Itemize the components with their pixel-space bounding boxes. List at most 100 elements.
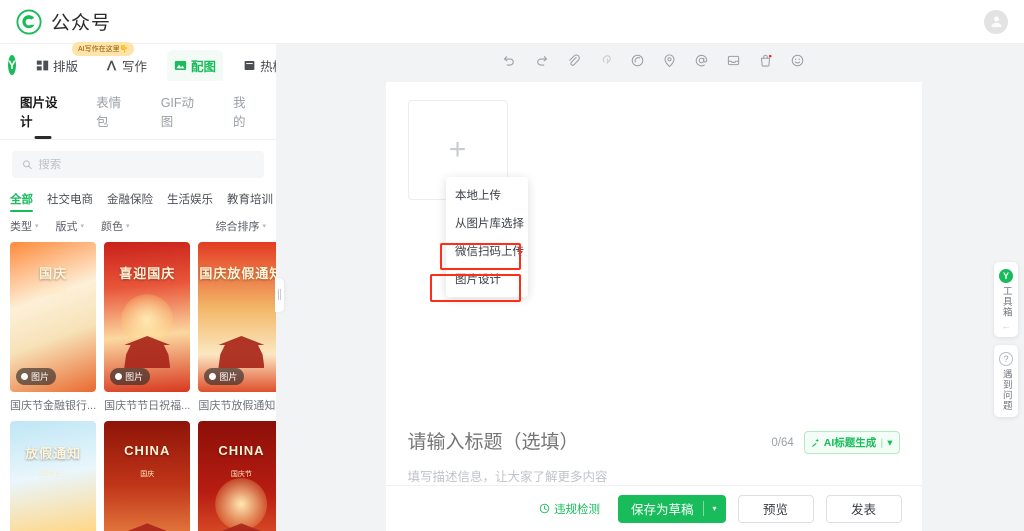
shield-check-icon bbox=[539, 503, 550, 514]
subtab-mine[interactable]: 我的 bbox=[233, 92, 256, 139]
filter-color-label: 颜色 bbox=[101, 221, 124, 233]
gallery-thumbnail[interactable]: 国庆 放假通知 图片 bbox=[10, 242, 97, 392]
publish-button[interactable]: 发表 bbox=[825, 494, 902, 523]
chevron-down-icon: ▾ bbox=[262, 223, 266, 230]
preview-button[interactable]: 预览 bbox=[737, 494, 814, 523]
gallery-thumbnail[interactable]: 喜迎国庆 图片 bbox=[104, 242, 191, 392]
filter-color[interactable]: 颜色 ▾ bbox=[101, 218, 130, 234]
gallery-thumbnail[interactable]: CHINA 国庆 图片 bbox=[104, 421, 191, 531]
brand-name: 公众号 bbox=[51, 13, 112, 34]
thumb-title: 喜迎国庆 bbox=[119, 266, 176, 281]
chevron-down-icon: ▾ bbox=[712, 504, 717, 513]
thumb-subtitle: 2024十一 bbox=[38, 471, 68, 478]
location-icon[interactable] bbox=[662, 53, 677, 68]
badge-label: 图片 bbox=[31, 372, 50, 382]
thumb-title: 国庆放假通知 bbox=[199, 266, 276, 281]
thumb-title: CHINA bbox=[218, 443, 265, 459]
gallery-card[interactable]: CHINA 国庆节 图片 bbox=[198, 421, 276, 531]
panel-divider bbox=[275, 44, 284, 531]
link-icon[interactable] bbox=[598, 53, 613, 68]
badge-label: 图片 bbox=[125, 372, 144, 382]
sort-selector[interactable]: 综合排序 ▾ bbox=[215, 218, 266, 234]
gallery-thumbnail[interactable]: 2024十一 放假通知 图片 bbox=[10, 421, 97, 531]
thumb-title: 放假通知 bbox=[25, 446, 82, 462]
filter-layout[interactable]: 版式 ▾ bbox=[56, 218, 85, 234]
category-tabs: 全部 社交电商 金融保险 生活娱乐 教育培训 新 bbox=[0, 183, 276, 212]
search-icon bbox=[22, 160, 32, 170]
ai-title-label: AI标题生成 bbox=[823, 437, 877, 449]
thumb-subtitle: 放假通知 bbox=[39, 289, 68, 296]
ai-title-generate-button[interactable]: AI标题生成 | ▾ bbox=[803, 431, 900, 454]
avatar[interactable] bbox=[984, 9, 1008, 34]
gallery-card[interactable]: 国庆 放假通知 图片 国庆节金融银行... bbox=[10, 242, 97, 413]
gallery-thumbnail[interactable]: CHINA 国庆节 图片 bbox=[198, 421, 276, 531]
badge-dot-icon bbox=[21, 373, 28, 380]
category-social-ecommerce[interactable]: 社交电商 bbox=[47, 191, 93, 212]
app-root: 公众号 Y AI写作在这里👇 排版 写作 配图 热榜 图片设计 表情包 GIF动… bbox=[0, 0, 1024, 531]
help-label: 遇到问题 bbox=[1000, 368, 1012, 411]
description-input[interactable]: 填写描述信息，让大家了解更多内容 bbox=[386, 454, 922, 485]
gallery-card[interactable]: 喜迎国庆 图片 国庆节节日祝福... bbox=[104, 242, 191, 413]
dropdown-item-wechat-scan-upload[interactable]: 微信扫码上传 bbox=[446, 237, 528, 265]
app-logo-icon[interactable]: Y bbox=[8, 55, 17, 75]
undo-icon[interactable] bbox=[502, 53, 517, 68]
search-input[interactable] bbox=[38, 158, 254, 171]
thumb-subtitle: 国庆 bbox=[140, 471, 155, 478]
redo-icon[interactable] bbox=[534, 53, 549, 68]
editor-area: + 0/64 AI标题生成 | ▾ bbox=[283, 44, 1024, 531]
image-type-badge: 图片 bbox=[204, 368, 245, 385]
card-icon[interactable] bbox=[726, 53, 741, 68]
emoji-icon[interactable] bbox=[790, 53, 805, 68]
toolbox-entry[interactable]: Y 工具箱 ← bbox=[994, 262, 1018, 337]
badge-label: 图片 bbox=[219, 372, 238, 382]
violation-check-button[interactable]: 违规检测 bbox=[539, 501, 600, 517]
nav-item-peitu[interactable]: 配图 bbox=[167, 49, 224, 81]
category-all[interactable]: 全部 bbox=[10, 191, 33, 212]
voice-icon[interactable] bbox=[630, 53, 645, 68]
category-life-entertainment[interactable]: 生活娱乐 bbox=[167, 191, 213, 212]
pagoda-decoration bbox=[124, 523, 171, 531]
dropdown-item-pick-from-library[interactable]: 从图片库选择 bbox=[446, 209, 528, 237]
pagoda-decoration bbox=[218, 336, 265, 368]
help-entry[interactable]: ? 遇到问题 bbox=[994, 344, 1018, 417]
gallery-thumbnail[interactable]: 国庆放假通知 图片 bbox=[198, 242, 276, 392]
title-row: 0/64 AI标题生成 | ▾ bbox=[386, 431, 922, 454]
ai-writing-badge: AI写作在这里👇 bbox=[72, 42, 135, 56]
upload-dropdown-menu[interactable]: 本地上传 从图片库选择 微信扫码上传 图片设计 bbox=[446, 177, 528, 297]
brand[interactable]: 公众号 bbox=[16, 8, 111, 35]
handle-line-icon bbox=[280, 289, 281, 301]
gallery-card[interactable]: CHINA 国庆 图片 bbox=[104, 421, 191, 531]
dropdown-item-local-upload[interactable]: 本地上传 bbox=[446, 181, 528, 209]
subtab-image-design[interactable]: 图片设计 bbox=[20, 92, 66, 139]
category-finance-insurance[interactable]: 金融保险 bbox=[107, 191, 153, 212]
layout-icon bbox=[36, 60, 49, 70]
filter-type-label: 类型 bbox=[10, 221, 32, 233]
image-type-badge: 图片 bbox=[16, 368, 57, 385]
pen-icon bbox=[106, 60, 117, 70]
left-subtabs: 图片设计 表情包 GIF动图 我的 bbox=[0, 86, 276, 140]
mention-icon[interactable] bbox=[694, 53, 709, 68]
top-header: 公众号 bbox=[0, 0, 1024, 44]
search-box[interactable] bbox=[12, 151, 264, 178]
subtab-gif[interactable]: GIF动图 bbox=[161, 92, 203, 139]
filter-row: 类型 ▾ 版式 ▾ 颜色 ▾ 综合排序 ▾ bbox=[0, 212, 276, 242]
category-education-training[interactable]: 教育培训 bbox=[227, 191, 273, 212]
dropdown-item-image-design[interactable]: 图片设计 bbox=[446, 265, 528, 293]
char-counter: 0/64 bbox=[771, 436, 794, 449]
badge-dot-icon bbox=[115, 373, 123, 380]
left-panel: Y AI写作在这里👇 排版 写作 配图 热榜 图片设计 表情包 GIF动图 我的… bbox=[0, 42, 377, 531]
chevron-down-icon: ▾ bbox=[887, 436, 893, 449]
canvas-outer: + 0/64 AI标题生成 | ▾ bbox=[283, 76, 1024, 531]
chevron-down-icon: ▾ bbox=[80, 223, 85, 230]
nav-label: 写作 bbox=[122, 59, 148, 74]
shop-bag-icon[interactable] bbox=[758, 53, 773, 68]
filter-type[interactable]: 类型 ▾ bbox=[10, 218, 39, 234]
gallery-card[interactable]: 国庆放假通知 图片 国庆节放假通知... bbox=[198, 242, 276, 413]
save-draft-button[interactable]: 保存为草稿 ▾ bbox=[617, 494, 726, 523]
attachment-icon[interactable] bbox=[566, 53, 581, 68]
gallery-card[interactable]: 2024十一 放假通知 图片 bbox=[10, 421, 97, 531]
nav-label: 排版 bbox=[53, 59, 79, 74]
template-gallery[interactable]: 国庆 放假通知 图片 国庆节金融银行... 喜迎国庆 图片 国庆节节日祝福...… bbox=[0, 242, 276, 531]
title-input[interactable] bbox=[407, 431, 762, 454]
subtab-sticker-pack[interactable]: 表情包 bbox=[96, 92, 131, 139]
